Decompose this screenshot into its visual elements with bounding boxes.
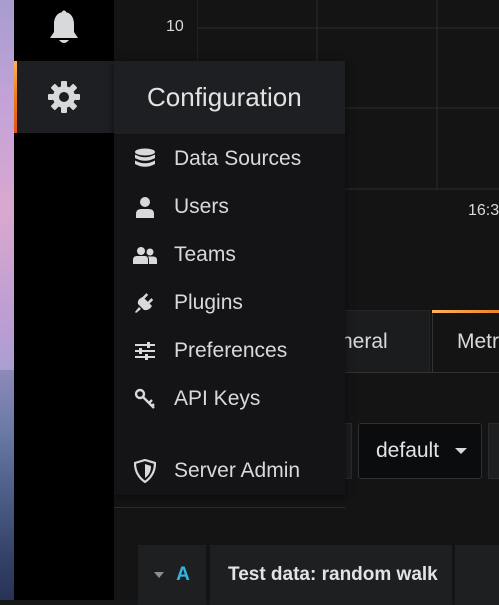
tab-metrics-label: Metr [457, 329, 499, 353]
sidemenu [14, 0, 114, 600]
dropdown-header[interactable]: Configuration [114, 61, 345, 134]
plug-icon [133, 291, 157, 315]
user-icon [133, 195, 157, 219]
datasource-value: default [376, 439, 440, 462]
query-name-label: Test data: random walk [228, 564, 438, 585]
menu-item-label: API Keys [174, 387, 261, 410]
query-row-toggle[interactable]: A [138, 545, 206, 605]
gear-icon [46, 79, 82, 115]
query-name[interactable]: Test data: random walk [210, 545, 452, 605]
menu-item-data-sources[interactable]: Data Sources [114, 135, 345, 183]
menu-item-plugins[interactable]: Plugins [114, 279, 345, 327]
menu-divider [114, 507, 345, 508]
y-axis-tick-label: 10 [166, 18, 184, 35]
tab-metrics[interactable]: Metr [432, 310, 499, 372]
menu-item-label: Server Admin [174, 459, 301, 482]
desktop-wallpaper [0, 0, 14, 600]
shield-icon [133, 459, 157, 483]
query-ref-letter: A [176, 564, 190, 585]
menu-item-label: Data Sources [174, 147, 302, 170]
menu-item-label: Plugins [174, 291, 243, 314]
configuration-dropdown: Configuration Data Sources Users Teams P… [114, 61, 345, 508]
menu-item-label: Teams [174, 243, 236, 266]
users-icon [133, 243, 157, 267]
configuration-icon-wrap [14, 69, 114, 125]
bell-icon [48, 10, 80, 46]
datasource-extra-box [488, 423, 499, 479]
tab-general[interactable]: neral [330, 310, 430, 372]
chevron-down-icon [455, 448, 467, 454]
menu-item-server-admin[interactable]: Server Admin [114, 447, 345, 495]
sliders-icon [133, 339, 157, 363]
x-axis-tick-label: 16:3 [468, 202, 499, 219]
dropdown-body: Data Sources Users Teams Plugins Prefere… [114, 134, 345, 508]
caret-down-icon [154, 572, 165, 578]
dropdown-title: Configuration [147, 82, 302, 112]
menu-item-label: Users [174, 195, 229, 218]
database-icon [133, 147, 157, 171]
menu-item-api-keys[interactable]: API Keys [114, 375, 345, 423]
menu-item-label: Preferences [174, 339, 288, 362]
key-icon [133, 387, 157, 411]
menu-item-teams[interactable]: Teams [114, 231, 345, 279]
configuration-nav-item[interactable] [14, 61, 114, 133]
menu-item-users[interactable]: Users [114, 183, 345, 231]
query-row-extra [455, 545, 499, 605]
alerting-button[interactable] [14, 0, 114, 56]
menu-item-preferences[interactable]: Preferences [114, 327, 345, 375]
datasource-select[interactable]: default [358, 423, 482, 479]
